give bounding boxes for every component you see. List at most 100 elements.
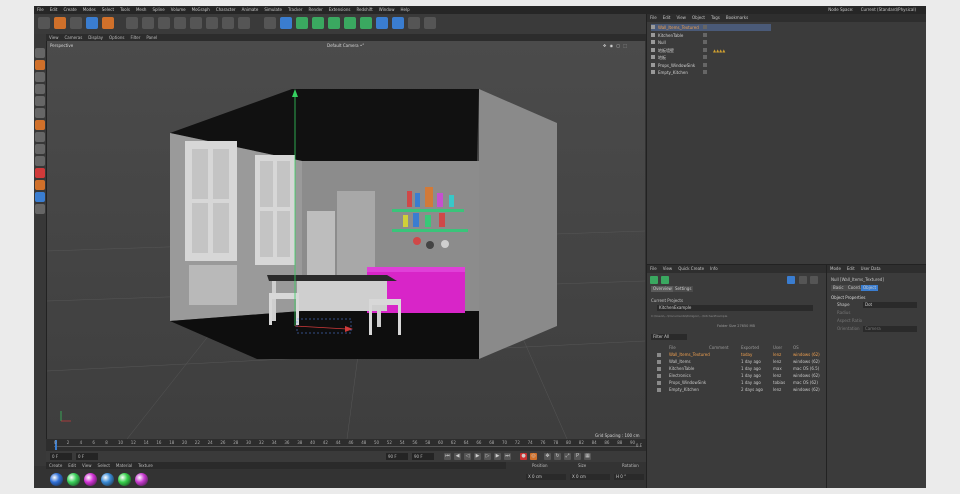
node-space-label[interactable]: Node Space: Current (Standard/Physical) [822, 6, 922, 14]
menu-item-modes[interactable]: Modes [80, 6, 99, 14]
close-icon[interactable] [810, 276, 818, 284]
material-menu-view[interactable]: View [79, 462, 95, 469]
keyframe-pos-icon[interactable]: ✥ [544, 453, 551, 460]
menu-item-tracker[interactable]: Tracker [285, 6, 305, 14]
menu-item-window[interactable]: Window [376, 6, 398, 14]
keyframe-rot-icon[interactable]: ↻ [554, 453, 561, 460]
project-select[interactable]: KitchenExample [657, 305, 813, 311]
points-mode-icon[interactable] [35, 48, 45, 58]
property-value[interactable]: Camera [863, 326, 917, 332]
next-key-icon[interactable]: ▶ [494, 453, 501, 460]
goto-start-icon[interactable]: ⏮ [444, 453, 451, 460]
render-picture-icon[interactable] [222, 17, 234, 29]
attribute-tab-basic[interactable]: Basic [831, 285, 846, 291]
visibility-toggle[interactable] [703, 70, 707, 74]
viewport[interactable]: Perspective Default Camera •° ✥ ◉ ▢ ⬚ Gr… [47, 41, 645, 439]
asset-row[interactable]: KitchenTable 1 day ago max mac OS (6.5) [651, 365, 823, 372]
timeline-ruler[interactable]: 0 F 0 2 4 6 8 10 12 14 16 18 20 22 24 26 28 30 32 34 36 38 4… [46, 439, 646, 451]
z-axis-icon[interactable] [158, 17, 170, 29]
column-os[interactable]: OS [793, 344, 799, 351]
subdivision-icon[interactable] [296, 17, 308, 29]
object-row[interactable]: Wall_Items_Textured [651, 24, 771, 31]
render-view-icon[interactable] [206, 17, 218, 29]
column-file[interactable]: File [669, 344, 676, 351]
object-menu-file[interactable]: File [647, 14, 660, 22]
menu-item-simulate[interactable]: Simulate [261, 6, 285, 14]
sync-icon[interactable] [787, 276, 795, 284]
property-value[interactable]: Dot [863, 302, 917, 308]
menu-item-animate[interactable]: Animate [239, 6, 262, 14]
coord-system-icon[interactable] [174, 17, 186, 29]
object-row[interactable]: KitchenTable [651, 32, 771, 39]
menu-item-spline[interactable]: Spline [149, 6, 167, 14]
keyframe-grid-icon[interactable]: ▦ [584, 453, 591, 460]
x-size-field[interactable]: X 0 cm [570, 474, 610, 480]
viewport-menu-filter[interactable]: Filter [127, 34, 143, 41]
asset-tab-settings[interactable]: Settings [673, 286, 694, 292]
visibility-toggle[interactable] [703, 32, 707, 37]
menu-item-file[interactable]: File [34, 6, 47, 14]
visibility-toggle[interactable] [703, 62, 707, 67]
undo-icon[interactable] [38, 17, 50, 29]
cloner-icon[interactable] [312, 17, 324, 29]
snap-icon[interactable] [35, 120, 45, 130]
material-swatch[interactable] [101, 473, 114, 486]
preview-end-field[interactable]: 90 F [412, 453, 434, 460]
menu-item-render[interactable]: Render [305, 6, 325, 14]
material-menu-texture[interactable]: Texture [135, 462, 156, 469]
material-menu-select[interactable]: Select [95, 462, 113, 469]
viewport-menu-view[interactable]: View [46, 34, 62, 41]
save-asset-icon[interactable] [661, 276, 669, 284]
workplane-icon[interactable] [35, 132, 45, 142]
visibility-toggle[interactable] [703, 55, 707, 59]
menu-item-character[interactable]: Character [213, 6, 239, 14]
end-frame-field[interactable]: 90 F [386, 453, 408, 460]
asset-row[interactable]: Empty_Kitchen 2 days ago lenz windows (62) [651, 386, 823, 393]
solo-icon[interactable] [35, 156, 45, 166]
asset-tab-overview[interactable]: Overview [651, 286, 674, 292]
object-row[interactable]: Null [651, 39, 771, 46]
select-icon[interactable] [54, 17, 66, 29]
paint-icon[interactable] [35, 204, 45, 214]
tweak-icon[interactable] [35, 180, 45, 190]
next-frame-icon[interactable]: ▷ [484, 453, 491, 460]
axis-mode-icon[interactable] [35, 108, 45, 118]
prev-frame-icon[interactable]: ◁ [464, 453, 471, 460]
deformer-icon[interactable] [328, 17, 340, 29]
render-settings-icon[interactable] [238, 17, 250, 29]
viewport-nav-icons[interactable]: ✥ ◉ ▢ ⬚ [603, 43, 628, 48]
viewport-menu-display[interactable]: Display [85, 34, 106, 41]
scale-icon[interactable] [86, 17, 98, 29]
model-mode-icon[interactable] [35, 84, 45, 94]
viewport-menu-panel[interactable]: Panel [143, 34, 160, 41]
menu-item-tools[interactable]: Tools [117, 6, 133, 14]
column-comment[interactable]: Comment [709, 344, 729, 351]
asset-menu-info[interactable]: Info [707, 265, 721, 273]
autokey-icon[interactable]: ◎ [530, 453, 537, 460]
menu-item-extensions[interactable]: Extensions [326, 6, 354, 14]
rotate-icon[interactable] [102, 17, 114, 29]
menu-item-select[interactable]: Select [99, 6, 117, 14]
sky-icon[interactable] [424, 17, 436, 29]
column-exported[interactable]: Exported [741, 344, 759, 351]
asset-row[interactable]: Props_WindowSink 1 day ago tobias mac OS (6… [651, 379, 823, 386]
visibility-toggle[interactable] [703, 25, 707, 29]
goto-end-icon[interactable]: ⏭ [504, 453, 511, 460]
move-icon[interactable] [70, 17, 82, 29]
material-swatch[interactable] [135, 473, 148, 486]
object-menu-bookmarks[interactable]: Bookmarks [723, 14, 751, 22]
current-frame-field[interactable]: 0 F [76, 453, 98, 460]
object-row[interactable]: 地板墙壁 ▲▲▲▲ [651, 47, 771, 54]
render-region-icon[interactable] [190, 17, 202, 29]
asset-menu-view[interactable]: View [660, 265, 676, 273]
material-swatch[interactable] [50, 473, 63, 486]
asset-row[interactable]: Wall_Items_Textured today lenz windows (62) [651, 351, 823, 358]
ground-icon[interactable] [408, 17, 420, 29]
menu-item-mograph[interactable]: MoGraph [189, 6, 213, 14]
redshift-icon[interactable] [35, 168, 45, 178]
viewport-menu-options[interactable]: Options [106, 34, 127, 41]
keyframe-scale-icon[interactable]: ⤢ [564, 453, 571, 460]
attribute-menu-user-data[interactable]: User Data [858, 265, 884, 273]
object-row[interactable]: 地板 [651, 54, 771, 61]
menu-item-create[interactable]: Create [60, 6, 79, 14]
